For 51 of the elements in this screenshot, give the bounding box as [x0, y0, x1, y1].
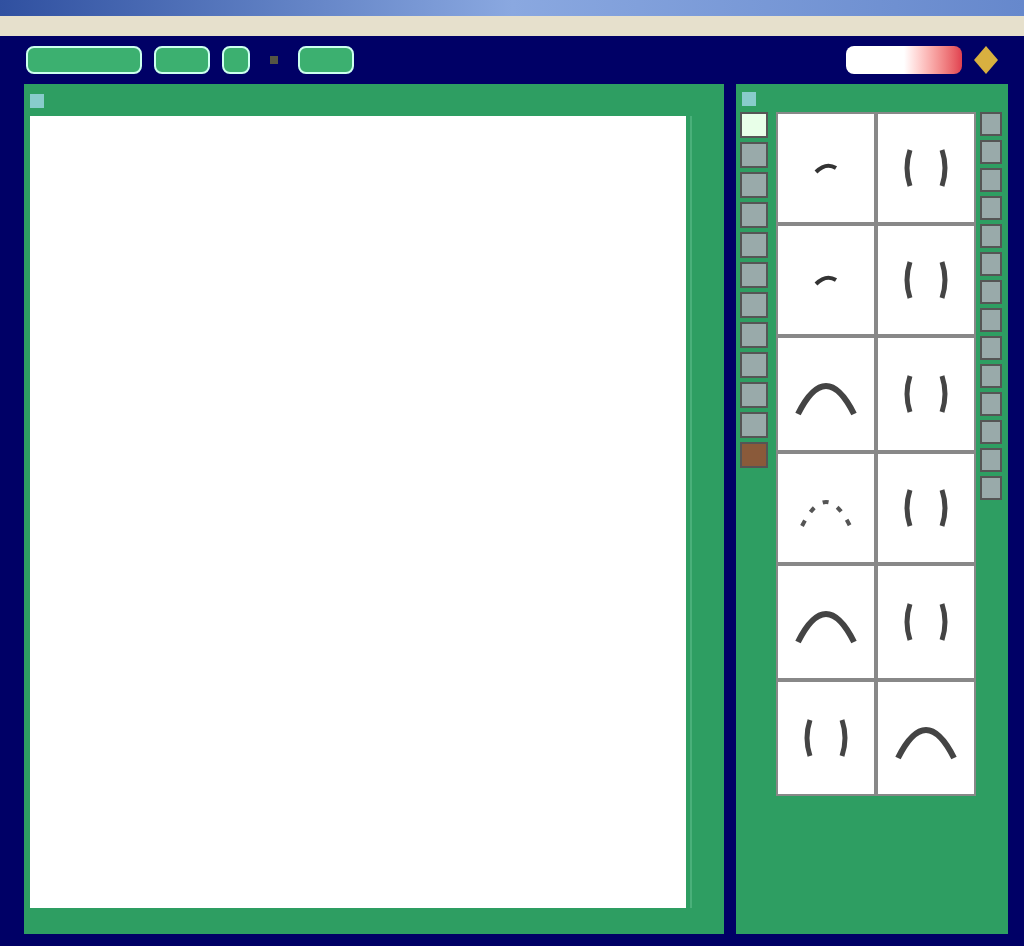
tool-icon[interactable] [980, 476, 1002, 500]
stroke-thumbnail[interactable] [878, 338, 974, 450]
tool-icon[interactable] [980, 140, 1002, 164]
stroke-thumbnail[interactable] [778, 226, 874, 334]
tool-icon[interactable] [980, 112, 1002, 136]
tool-icon[interactable] [980, 280, 1002, 304]
dash-stroke-icon [814, 162, 838, 174]
bracket-strokes-icon [900, 600, 952, 644]
tool-icon[interactable] [740, 112, 768, 138]
tool-icon[interactable] [980, 336, 1002, 360]
tool-icon[interactable] [980, 420, 1002, 444]
toolbar-button[interactable] [154, 46, 210, 74]
tool-icon[interactable] [740, 352, 768, 378]
tool-icon[interactable] [980, 448, 1002, 472]
tool-icon[interactable] [740, 142, 768, 168]
panel-menu-icon[interactable] [30, 93, 44, 107]
tool-icon[interactable] [980, 252, 1002, 276]
stroke-thumbnail[interactable] [878, 682, 974, 794]
stroke-thumbnail[interactable] [878, 114, 974, 222]
bracket-strokes-icon [900, 146, 952, 190]
stroke-thumbnail[interactable] [778, 566, 874, 678]
tool-icon[interactable] [740, 292, 768, 318]
bracket-strokes-icon [800, 716, 852, 760]
tool-icon[interactable] [980, 364, 1002, 388]
toolbar-button[interactable] [298, 46, 354, 74]
tool-icon[interactable] [740, 322, 768, 348]
stroke-thumbnail[interactable] [778, 454, 874, 562]
tool-icon[interactable] [980, 168, 1002, 192]
bracket-strokes-icon [900, 486, 952, 530]
stroke-thumbnail[interactable] [778, 114, 874, 222]
stroke-thumbnail[interactable] [878, 566, 974, 678]
stroke-thumbnail[interactable] [778, 338, 874, 450]
bracket-strokes-icon [900, 372, 952, 416]
stroke-thumbnail[interactable] [778, 682, 874, 794]
diamond-icon [974, 46, 998, 74]
tool-icon[interactable] [980, 196, 1002, 220]
tool-icon[interactable] [740, 232, 768, 258]
stroke-thumbnail[interactable] [878, 226, 974, 334]
tool-icon[interactable] [980, 392, 1002, 416]
tool-icon[interactable] [740, 412, 768, 438]
toolbar-button[interactable] [222, 46, 250, 74]
tool-icon[interactable] [740, 382, 768, 408]
stroke-thumbnail[interactable] [878, 454, 974, 562]
tool-icon[interactable] [740, 172, 768, 198]
tool-icon[interactable] [980, 308, 1002, 332]
tool-icon[interactable] [980, 224, 1002, 248]
bracket-strokes-icon [900, 258, 952, 302]
dash-stroke-icon [814, 274, 838, 286]
tool-icon[interactable] [740, 262, 768, 288]
panel-menu-icon[interactable] [742, 91, 756, 105]
tool-icon[interactable] [740, 202, 768, 228]
